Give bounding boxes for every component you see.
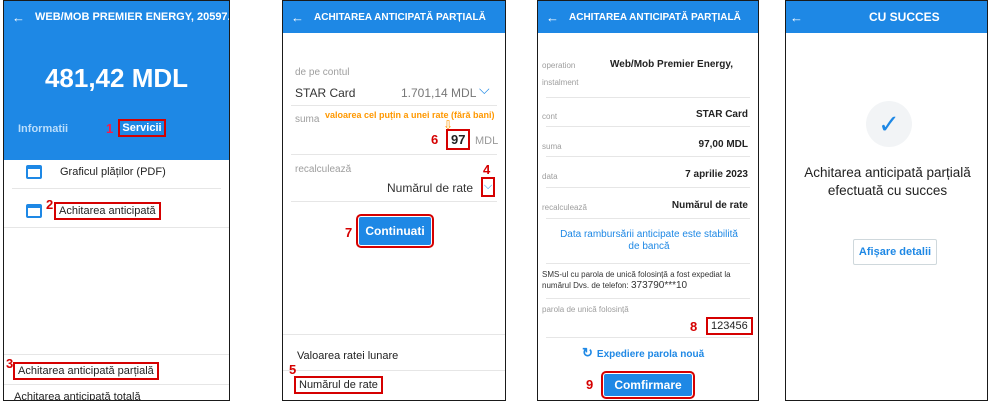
option-monthly-rate[interactable]: Valoarea ratei lunare [297,350,398,362]
account-select[interactable]: STAR Card [295,86,355,100]
chevron-down-icon[interactable]: ⌵ [479,81,490,98]
recalc-label: recalculează [542,203,587,212]
divider [4,384,229,385]
divider [546,187,750,188]
date-label: data [542,172,558,181]
repay-date-note: Data rambursării anticipate este stabili… [560,229,738,252]
divider [546,97,750,98]
success-circle: ✓ [866,101,912,147]
operation-label: operation [542,61,576,70]
divider [4,354,229,355]
check-icon: ✓ [878,108,900,139]
panel-partial-form: ← ACHITAREA ANTICIPATĂ PARȚIALĂ de pe co… [282,0,506,401]
header-bar: ← ACHITAREA ANTICIPATĂ PARȚIALĂ [283,1,505,33]
back-arrow-icon[interactable]: ← [291,10,304,25]
step-marker-4: 4 [483,162,491,177]
panel-confirmation: ← ACHITAREA ANTICIPATĂ PARȚIALĂ operatio… [537,0,759,401]
tab-services[interactable]: Servicii [118,119,166,137]
panel-success: ← CU SUCCES ✓ Achitarea anticipată parți… [785,0,988,401]
refresh-icon: ↻ [582,345,593,360]
otp-label: parola de unică folosință [542,305,629,314]
recalc-label: recalculează [295,164,352,175]
confirm-button[interactable]: Comfirmare [601,371,695,399]
divider [546,337,750,338]
operation-value: Web/Mob Premier Energy, [610,59,733,70]
header-bar: ← CU SUCCES [786,1,987,33]
back-arrow-icon[interactable]: ← [12,10,25,25]
step-marker-2: 2 [46,197,54,212]
sum-label: suma [295,114,320,125]
step-marker-6: 6 [431,132,439,147]
sum-hint: valoarea cel puțin a unei rate (fără ban… [325,110,495,120]
recalc-dropdown-chevron-icon[interactable]: ⌵ [481,177,495,197]
instalment-label: instalment [542,78,579,87]
divider [546,126,750,127]
divider [283,370,505,371]
account-value: STAR Card [695,109,748,120]
from-account-label: de pe contul [295,67,350,78]
tab-info[interactable]: Informatii [18,123,68,135]
divider [546,156,750,157]
option-total[interactable]: Achitarea anticipată totală [14,391,141,400]
sms-note: SMS-ul cu parola de unică folosință a fo… [542,269,754,291]
divider [291,105,497,106]
currency-label: MDL [475,135,499,147]
resend-link-label: Expediere parola nouă [596,349,705,360]
account-label: cont [542,112,558,121]
panel-services: ← WEB/MOB PREMIER ENERGY, 20597... 481,4… [3,0,230,401]
divider [291,154,497,155]
divider [546,218,750,219]
divider [283,334,505,335]
divider [4,227,229,228]
calendar-icon [26,165,42,179]
menu-item-schedule[interactable]: Graficul plăților (PDF) [60,166,166,178]
header-title: WEB/MOB PREMIER ENERGY, 20597... [35,11,229,23]
step-marker-8: 8 [690,319,698,334]
sum-value: 97,00 MDL [698,139,748,150]
continue-button[interactable]: Continuati [356,214,434,248]
menu-item-anticipated[interactable]: Achitarea anticipată [54,202,161,220]
success-message: Achitarea anticipată parțială efectuată … [804,165,971,198]
date-value: 7 aprilie 2023 [685,169,748,180]
step-marker-7: 7 [345,225,353,240]
sum-label: suma [542,142,562,151]
header-title: ACHITAREA ANTICIPATĂ PARȚIALĂ [314,11,486,23]
header-bar: ← WEB/MOB PREMIER ENERGY, 20597... [4,1,229,33]
header-bar: ← ACHITAREA ANTICIPATĂ PARȚIALĂ [538,1,758,33]
show-details-button[interactable]: Afișare detalii [853,239,937,265]
step-marker-1: 1 [106,121,114,136]
divider [546,263,750,264]
divider [12,188,221,189]
divider [546,298,750,299]
resend-link[interactable]: ↻ Expediere parola nouă [582,345,704,361]
step-marker-5: 5 [289,362,297,377]
header-title: CU SUCCES [869,10,940,24]
back-arrow-icon[interactable]: ← [790,10,803,25]
account-balance: 1.701,14 MDL [401,86,477,100]
sum-input[interactable]: 97 [446,129,471,150]
balance-amount: 481,42 MDL [44,63,189,93]
balance-area: 481,42 MDL Informatii 1 Servicii [4,33,229,160]
back-arrow-icon[interactable]: ← [546,10,559,25]
step-marker-9: 9 [586,377,594,392]
otp-input[interactable]: 123456 [706,317,753,335]
option-rate-count[interactable]: Numărul de rate [294,376,383,394]
header-title: ACHITAREA ANTICIPATĂ PARȚIALĂ [569,11,741,23]
phone-number: 373790***10 [630,280,688,291]
calendar-icon [26,204,42,218]
option-partial[interactable]: Achitarea anticipată parțială [13,362,159,380]
divider [291,201,497,202]
recalc-select[interactable]: Numărul de rate [387,181,473,195]
recalc-value: Numărul de rate [671,200,748,211]
